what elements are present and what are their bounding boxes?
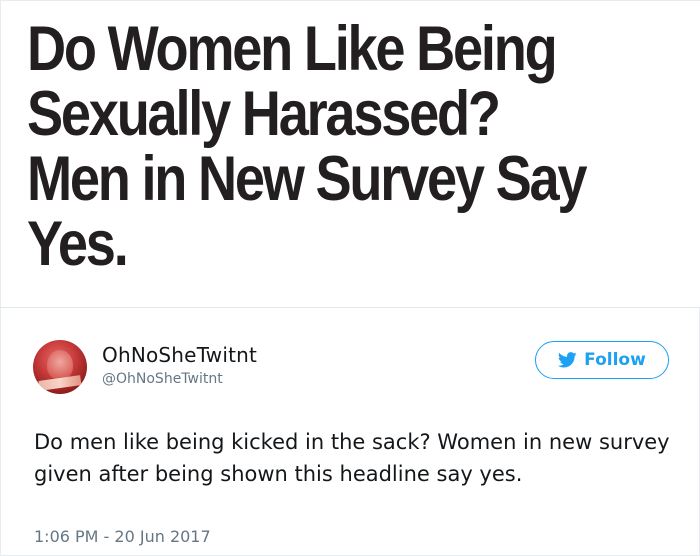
tweet-text: Do men like being kicked in the sack? Wo… (34, 430, 670, 486)
headline-line: Yes. (27, 209, 129, 279)
bird-icon (558, 352, 577, 368)
headline-line: Men in New Survey Say (27, 144, 588, 214)
user-handle[interactable]: @OhNoSheTwitnt (102, 371, 223, 387)
display-name[interactable]: OhNoSheTwitnt (102, 343, 257, 367)
tweet-screenshot: Do Women Like Being Sexually Harassed? M… (0, 0, 700, 556)
headline: Do Women Like Being Sexually Harassed? M… (27, 17, 595, 277)
follow-label: Follow (584, 350, 646, 370)
headline-line: Sexually Harassed? (27, 79, 501, 149)
avatar-band (38, 375, 82, 391)
follow-button[interactable]: Follow (535, 341, 669, 379)
headline-image: Do Women Like Being Sexually Harassed? M… (1, 1, 700, 308)
headline-line: Do Women Like Being (27, 14, 558, 84)
avatar-face (47, 350, 73, 380)
tweet: OhNoSheTwitnt @OhNoSheTwitnt Follow Do m… (1, 309, 700, 556)
timestamp[interactable]: 1:06 PM - 20 Jun 2017 (34, 527, 211, 546)
avatar[interactable] (33, 340, 87, 394)
